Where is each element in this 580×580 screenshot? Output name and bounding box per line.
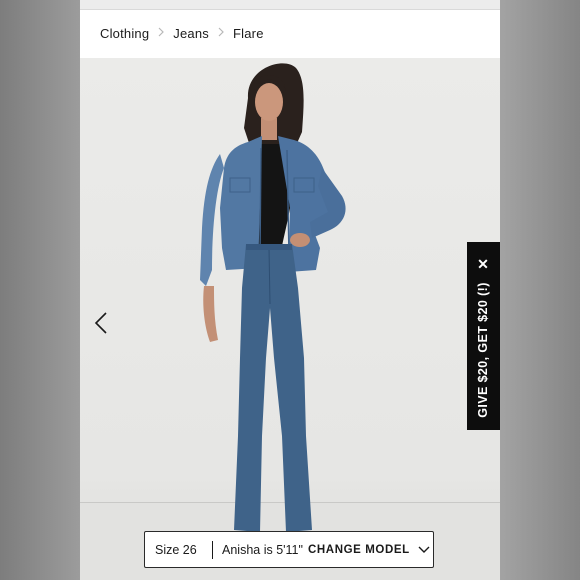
breadcrumb-flare[interactable]: Flare bbox=[233, 26, 264, 41]
product-image[interactable]: ✕ GIVE $20, GET $20 (!) Size 26 Anisha i… bbox=[80, 58, 500, 580]
referral-tab[interactable]: ✕ GIVE $20, GET $20 (!) bbox=[467, 242, 500, 430]
model-size-bar: Size 26 Anisha is 5'11" CHANGE MODEL bbox=[144, 531, 434, 568]
model-photo bbox=[200, 63, 346, 541]
referral-label: GIVE $20, GET $20 (!) bbox=[476, 282, 490, 418]
close-icon[interactable]: ✕ bbox=[475, 256, 491, 272]
model-height-info: Anisha is 5'11" bbox=[222, 542, 303, 557]
gallery-prev-button[interactable] bbox=[90, 308, 112, 338]
background-right bbox=[500, 0, 580, 580]
model-size: Size 26 bbox=[155, 542, 197, 557]
change-model-label: CHANGE MODEL bbox=[308, 543, 410, 556]
chevron-down-icon bbox=[418, 546, 430, 553]
header-strip bbox=[80, 0, 500, 10]
divider bbox=[212, 540, 213, 559]
change-model-button[interactable]: CHANGE MODEL bbox=[308, 544, 430, 556]
breadcrumb-jeans[interactable]: Jeans bbox=[173, 26, 209, 41]
background-left bbox=[0, 0, 80, 580]
breadcrumb: Clothing Jeans Flare bbox=[100, 24, 264, 42]
breadcrumb-separator-icon bbox=[153, 26, 169, 40]
product-page: Clothing Jeans Flare ✕ GIVE $20, GET $20… bbox=[80, 0, 500, 580]
breadcrumb-separator-icon bbox=[213, 26, 229, 40]
breadcrumb-clothing[interactable]: Clothing bbox=[100, 26, 149, 41]
chevron-left-icon bbox=[94, 312, 107, 334]
